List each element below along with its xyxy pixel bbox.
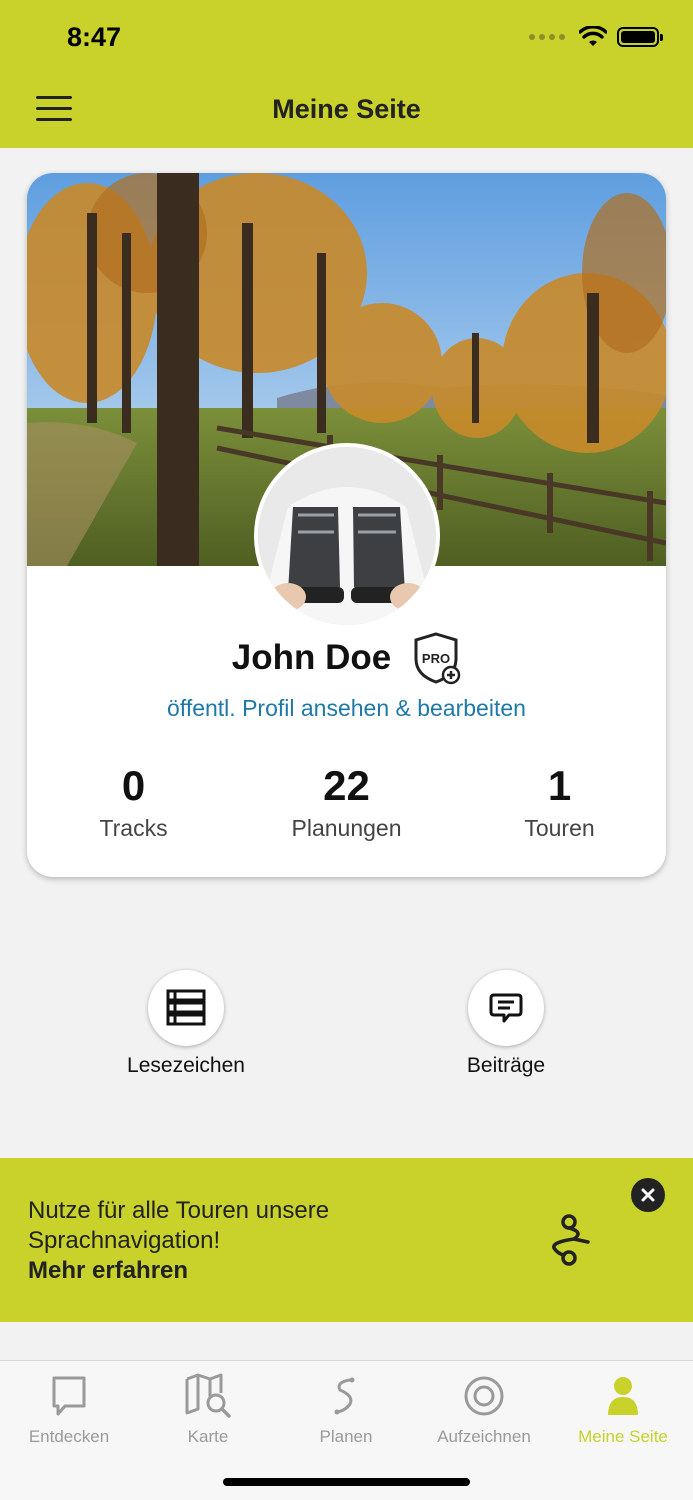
stat-label: Tracks [99, 815, 168, 842]
bookmarks-label: Lesezeichen [127, 1054, 245, 1077]
name-row: John Doe PRO [27, 631, 666, 685]
avatar[interactable] [254, 443, 440, 629]
banner-line-1: Nutze für alle Touren unsere [28, 1197, 330, 1224]
stat-touren[interactable]: 1 Touren [453, 761, 666, 842]
tab-label: Meine Seite [578, 1427, 668, 1446]
posts-circle [468, 970, 544, 1046]
banner-line-2: Sprachnavigation! [28, 1227, 221, 1254]
tab-label: Karte [187, 1427, 229, 1446]
tab-karte[interactable]: Karte [139, 1371, 277, 1447]
discover-icon [52, 1376, 86, 1416]
learn-more-link[interactable]: Mehr erfahren [28, 1256, 329, 1286]
comment-icon [489, 993, 523, 1023]
stat-value: 1 [547, 762, 572, 809]
tab-planen[interactable]: Planen [277, 1371, 415, 1447]
tab-label: Planen [319, 1427, 373, 1446]
cellular-signal-icon [529, 34, 565, 40]
top-bar: 8:47 Meine Seite [0, 0, 693, 148]
hiking-boots-icon [258, 447, 436, 625]
banner-close-button[interactable] [631, 1178, 665, 1212]
battery-icon [617, 27, 663, 47]
profile-name: John Doe [231, 638, 392, 677]
stat-planungen[interactable]: 22 Planungen [240, 761, 453, 842]
user-icon [608, 1377, 638, 1415]
edit-profile-link[interactable]: öffentl. Profil ansehen & bearbeiten [27, 695, 666, 722]
pro-badge-text: PRO [422, 651, 450, 666]
map-search-icon [185, 1373, 231, 1418]
close-icon [641, 1188, 655, 1202]
record-icon [464, 1376, 504, 1416]
bookmarks-icon [166, 989, 206, 1026]
tab-aufzeichnen[interactable]: Aufzeichnen [415, 1371, 553, 1447]
route-navigation-icon [552, 1214, 590, 1266]
tab-label: Aufzeichnen [437, 1427, 531, 1446]
bookmarks-circle [148, 970, 224, 1046]
home-indicator [223, 1478, 470, 1486]
stat-label: Planungen [291, 815, 402, 842]
bookmarks-button[interactable]: Lesezeichen [86, 970, 286, 1078]
posts-button[interactable]: Beiträge [406, 970, 606, 1078]
tab-entdecken[interactable]: Entdecken [0, 1371, 138, 1447]
status-time: 8:47 [67, 22, 122, 52]
stat-label: Touren [524, 815, 595, 842]
profile-card: John Doe PRO öffentl. Profil ansehen & b… [27, 173, 666, 877]
page-title: Meine Seite [272, 94, 421, 124]
profile-stats: 0 Tracks 22 Planungen 1 Touren [27, 761, 666, 842]
status-icons [529, 26, 663, 48]
stat-value: 22 [323, 762, 370, 809]
wifi-icon [579, 26, 607, 46]
stat-value: 0 [121, 762, 146, 809]
posts-label: Beiträge [466, 1054, 546, 1077]
tab-meine-seite[interactable]: Meine Seite [554, 1371, 692, 1447]
banner-text: Nutze für alle Touren unsere Sprachnavig… [28, 1196, 329, 1286]
route-plan-icon [334, 1377, 355, 1415]
stat-tracks[interactable]: 0 Tracks [27, 761, 240, 842]
pro-badge-icon: PRO [414, 632, 461, 685]
tab-label: Entdecken [28, 1427, 110, 1446]
